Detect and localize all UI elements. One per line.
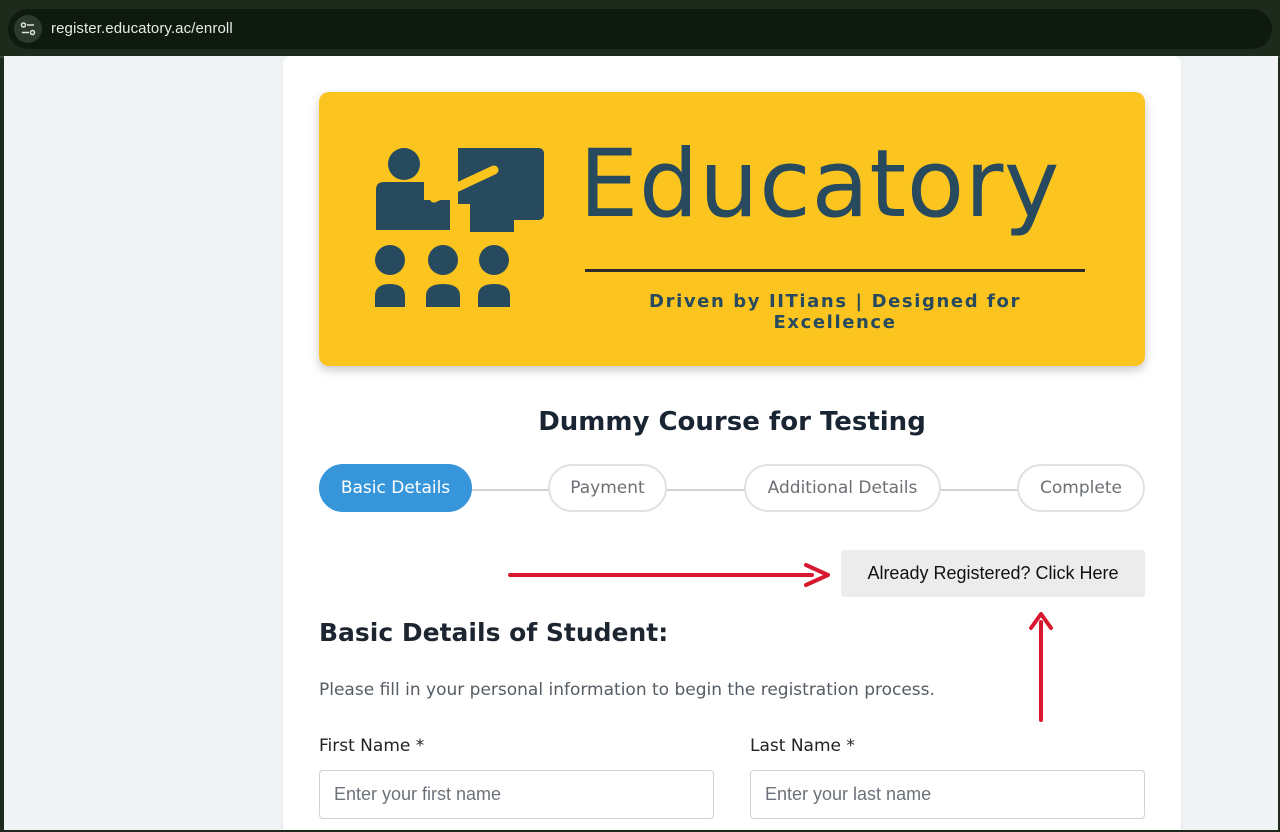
annotation-overlay — [508, 563, 1053, 722]
right-arrow-icon — [508, 563, 830, 587]
up-arrow-icon — [1029, 612, 1053, 722]
